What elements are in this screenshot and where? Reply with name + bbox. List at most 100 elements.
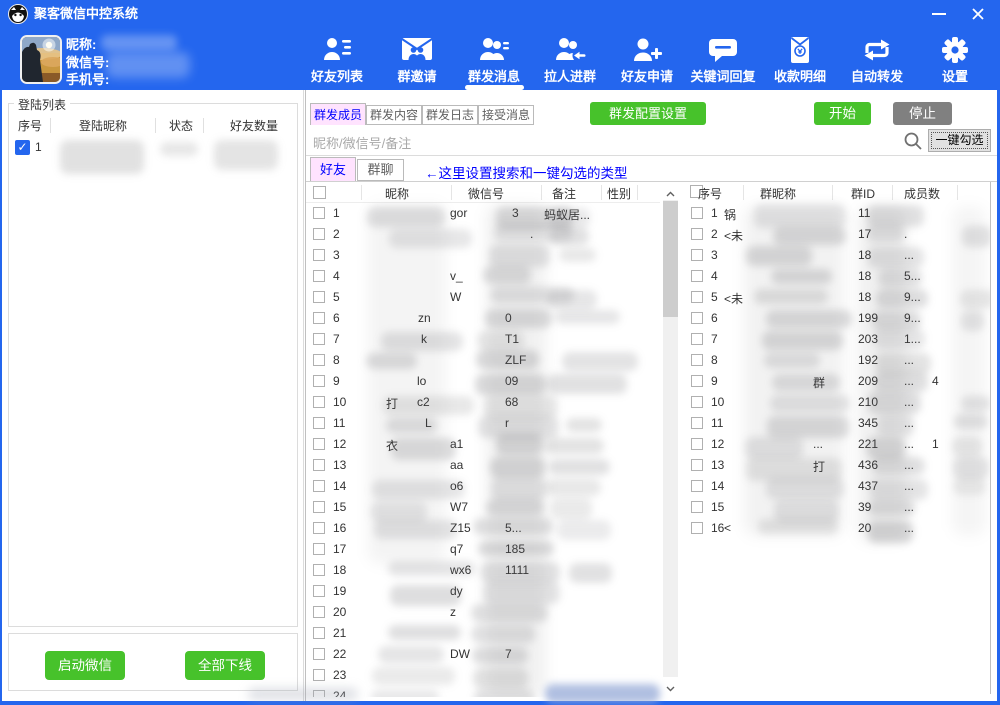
friends-row[interactable]: 16Z155... <box>306 518 660 539</box>
friends-row[interactable]: 17q7185 <box>306 539 660 560</box>
friends-row[interactable]: 15W7 <box>306 497 660 518</box>
groups-row-checkbox[interactable] <box>691 375 703 387</box>
nav-item-keyword-reply[interactable]: 关键词回复 <box>683 34 763 88</box>
friends-row-checkbox[interactable] <box>313 543 325 555</box>
friends-row-checkbox[interactable] <box>313 396 325 408</box>
friends-row[interactable]: 19dy <box>306 581 660 602</box>
friends-row-checkbox[interactable] <box>313 270 325 282</box>
start-button[interactable]: 开始 <box>814 102 871 125</box>
friends-row-checkbox[interactable] <box>313 522 325 534</box>
friends-row-checkbox[interactable] <box>313 312 325 324</box>
friends-row[interactable]: 13aa <box>306 455 660 476</box>
nav-item-settings[interactable]: 设置 <box>915 34 995 88</box>
scroll-thumb[interactable] <box>663 201 678 317</box>
friends-row[interactable]: 2. <box>306 224 660 245</box>
groups-row[interactable]: 1锅11 <box>682 203 991 224</box>
friends-row-checkbox[interactable] <box>313 627 325 639</box>
nav-item-friends-list[interactable]: 好友列表 <box>297 34 377 88</box>
select-all-button[interactable]: 一键勾选 <box>928 129 991 152</box>
groups-row[interactable]: 14437... <box>682 476 991 497</box>
friends-row-checkbox[interactable] <box>313 459 325 471</box>
groups-row-checkbox[interactable] <box>691 459 703 471</box>
friends-row[interactable]: 18wx61111 <box>306 560 660 581</box>
groups-col-member-count[interactable]: 成员数 <box>882 185 962 202</box>
friends-row-checkbox[interactable] <box>313 585 325 597</box>
friends-row[interactable]: 10打c268 <box>306 392 660 413</box>
friends-row-checkbox[interactable] <box>313 648 325 660</box>
groups-row[interactable]: 10210... <box>682 392 991 413</box>
friends-row-checkbox[interactable] <box>313 480 325 492</box>
groups-row-checkbox[interactable] <box>691 228 703 240</box>
subtab-groups[interactable]: 群聊 <box>357 159 404 181</box>
friends-row-checkbox[interactable] <box>313 333 325 345</box>
groups-row-checkbox[interactable] <box>691 333 703 345</box>
friends-row[interactable]: 12衣a1 <box>306 434 660 455</box>
friends-col-wechat-id[interactable]: 微信号 <box>446 185 526 202</box>
subtab-friends[interactable]: 好友 <box>310 157 356 181</box>
friends-row[interactable]: 21 <box>306 623 660 644</box>
login-row-checkbox[interactable]: ✓ <box>15 140 30 155</box>
groups-row[interactable]: 11345... <box>682 413 991 434</box>
tab-bulk-members[interactable]: 群发成员 <box>310 103 366 125</box>
friends-row-checkbox[interactable] <box>313 669 325 681</box>
tab-bulk-content[interactable]: 群发内容 <box>366 105 422 125</box>
friends-row[interactable]: 9lo09 <box>306 371 660 392</box>
nav-item-pull-into-group[interactable]: 拉人进群 <box>530 34 610 88</box>
nav-item-friend-request[interactable]: 好友申请 <box>607 34 687 88</box>
friends-header-checkbox[interactable] <box>313 186 326 199</box>
tab-bulk-log[interactable]: 群发日志 <box>422 105 478 125</box>
offline-all-button[interactable]: 全部下线 <box>185 651 265 680</box>
groups-row-checkbox[interactable] <box>691 354 703 366</box>
groups-row[interactable]: 4185... <box>682 266 991 287</box>
groups-row-checkbox[interactable] <box>691 270 703 282</box>
friends-row[interactable]: 3 <box>306 245 660 266</box>
friends-row[interactable]: 14o6 <box>306 476 660 497</box>
friends-row[interactable]: 6zn0 <box>306 308 660 329</box>
friends-row-checkbox[interactable] <box>313 564 325 576</box>
groups-row[interactable]: 1539... <box>682 497 991 518</box>
scroll-up-arrow[interactable] <box>666 186 675 195</box>
groups-row[interactable]: 8192... <box>682 350 991 371</box>
groups-row[interactable]: 72031... <box>682 329 991 350</box>
friends-row-checkbox[interactable] <box>313 207 325 219</box>
groups-row-checkbox[interactable] <box>691 207 703 219</box>
close-button[interactable] <box>970 6 986 22</box>
friends-row-checkbox[interactable] <box>313 291 325 303</box>
groups-row[interactable]: 2<未17. <box>682 224 991 245</box>
groups-row-checkbox[interactable] <box>691 312 703 324</box>
friends-row-checkbox[interactable] <box>313 438 325 450</box>
stop-button[interactable]: 停止 <box>893 102 952 125</box>
groups-row[interactable]: 12...221...1 <box>682 434 991 455</box>
friends-row[interactable]: 7kT1 <box>306 329 660 350</box>
groups-row-checkbox[interactable] <box>691 249 703 261</box>
groups-row[interactable]: 9群209...4 <box>682 371 991 392</box>
scroll-down-arrow[interactable] <box>666 680 675 689</box>
friends-row[interactable]: 1gor3蚂蚁居... <box>306 203 660 224</box>
groups-row[interactable]: 61999... <box>682 308 991 329</box>
groups-row-checkbox[interactable] <box>691 522 703 534</box>
friends-row-checkbox[interactable] <box>313 501 325 513</box>
start-wechat-button[interactable]: 启动微信 <box>45 651 125 680</box>
bulk-config-button[interactable]: 群发配置设置 <box>590 102 706 125</box>
friends-row[interactable]: 5W <box>306 287 660 308</box>
friends-col-nickname[interactable]: 昵称 <box>357 185 437 202</box>
friends-row[interactable]: 4v_ <box>306 266 660 287</box>
friends-row[interactable]: 22DW7 <box>306 644 660 665</box>
tab-receive-messages[interactable]: 接受消息 <box>478 105 534 125</box>
groups-row-checkbox[interactable] <box>691 501 703 513</box>
nav-item-group-invite[interactable]: 群邀请 <box>377 34 457 88</box>
friends-row[interactable]: 23 <box>306 665 660 686</box>
splitter[interactable] <box>303 90 304 701</box>
friends-row-checkbox[interactable] <box>313 606 325 618</box>
nav-item-payment-details[interactable]: 收款明细 <box>760 34 840 88</box>
nav-item-bulk-message[interactable]: 群发消息 <box>454 34 534 88</box>
friends-row-checkbox[interactable] <box>313 417 325 429</box>
friends-row-checkbox[interactable] <box>313 228 325 240</box>
friends-row-checkbox[interactable] <box>313 249 325 261</box>
friends-col-gender[interactable]: 性别 <box>579 185 659 202</box>
groups-col-index[interactable]: 序号 <box>698 185 722 202</box>
groups-row[interactable]: 5<未189... <box>682 287 991 308</box>
groups-row[interactable]: 13打436... <box>682 455 991 476</box>
nav-item-auto-forward[interactable]: 自动转发 <box>837 34 917 88</box>
friends-row[interactable]: 20z <box>306 602 660 623</box>
